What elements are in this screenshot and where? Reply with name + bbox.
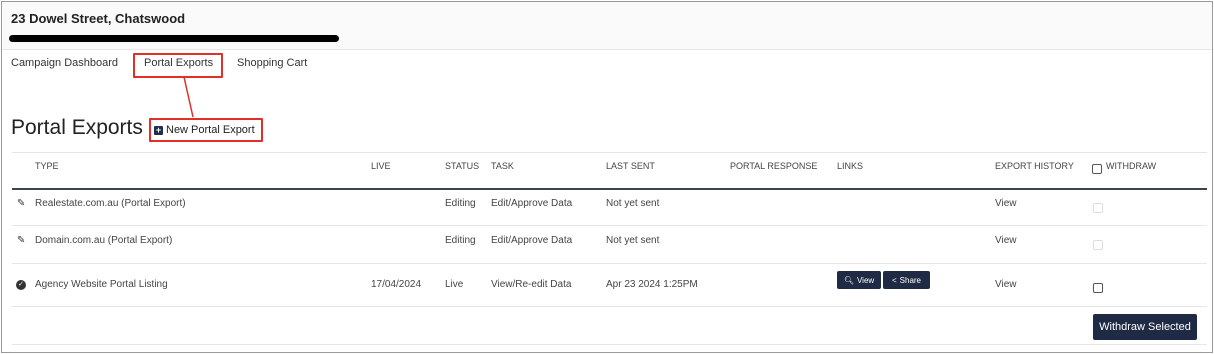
pencil-icon[interactable]: ✎	[17, 198, 25, 209]
th-task: TASK	[491, 161, 514, 171]
th-last-sent: LAST SENT	[606, 161, 655, 171]
row-3-last-sent: Apr 23 2024 1:25PM	[606, 279, 698, 290]
row-3-task[interactable]: View/Re-edit Data	[491, 279, 571, 290]
th-withdraw: WITHDRAW	[1106, 161, 1157, 171]
row-1-withdraw-checkbox	[1093, 203, 1103, 213]
row-2-status: Editing	[445, 235, 476, 246]
row-2-withdraw-checkbox	[1093, 240, 1103, 250]
th-live: LIVE	[371, 161, 391, 171]
page-title: Portal Exports	[11, 116, 143, 139]
row-3-live: 17/04/2024	[371, 279, 422, 290]
row-3-withdraw-checkbox[interactable]	[1093, 283, 1103, 293]
row-2-task[interactable]: Edit/Approve Data	[491, 235, 572, 246]
row-2-export-history[interactable]: View	[995, 235, 1017, 246]
th-status: STATUS	[445, 161, 480, 171]
share-link-label: Share	[899, 275, 922, 285]
row-1-status: Editing	[445, 198, 476, 209]
row-divider	[12, 263, 1207, 264]
withdraw-selected-button[interactable]: Withdraw Selected	[1093, 314, 1197, 340]
annotation-arrow	[183, 76, 194, 118]
share-link-button[interactable]: < Share	[883, 271, 930, 289]
row-divider	[12, 306, 1207, 307]
table-top-divider	[12, 152, 1207, 153]
row-3-export-history[interactable]: View	[995, 279, 1017, 290]
th-links: LINKS	[837, 161, 864, 171]
row-1-last-sent: Not yet sent	[606, 198, 660, 209]
th-portal-response: PORTAL RESPONSE	[730, 161, 818, 171]
view-link-button[interactable]: 🔍︎ View	[837, 271, 881, 289]
row-divider	[12, 225, 1207, 226]
pencil-icon[interactable]: ✎	[17, 235, 25, 246]
row-1-task[interactable]: Edit/Approve Data	[491, 198, 572, 209]
share-icon: <	[891, 275, 897, 285]
row-3-status: Live	[445, 279, 464, 290]
th-export-history: EXPORT HISTORY	[995, 161, 1074, 171]
search-icon: 🔍︎	[843, 275, 854, 285]
highlight-box-new	[149, 118, 263, 142]
app-frame: 23 Dowel Street, Chatswood Campaign Dash…	[1, 1, 1213, 353]
row-2-type: Domain.com.au (Portal Export)	[35, 235, 173, 246]
row-2-last-sent: Not yet sent	[606, 235, 660, 246]
th-type: TYPE	[35, 161, 59, 171]
withdraw-all-checkbox[interactable]	[1092, 164, 1102, 174]
view-link-label: View	[856, 275, 875, 285]
row-1-export-history[interactable]: View	[995, 198, 1017, 209]
check-circle-icon: ✓	[16, 280, 26, 290]
table-header-divider	[12, 188, 1207, 190]
row-1-type: Realestate.com.au (Portal Export)	[35, 198, 186, 209]
row-3-type: Agency Website Portal Listing	[35, 279, 168, 290]
table-bottom-divider	[12, 344, 1207, 345]
